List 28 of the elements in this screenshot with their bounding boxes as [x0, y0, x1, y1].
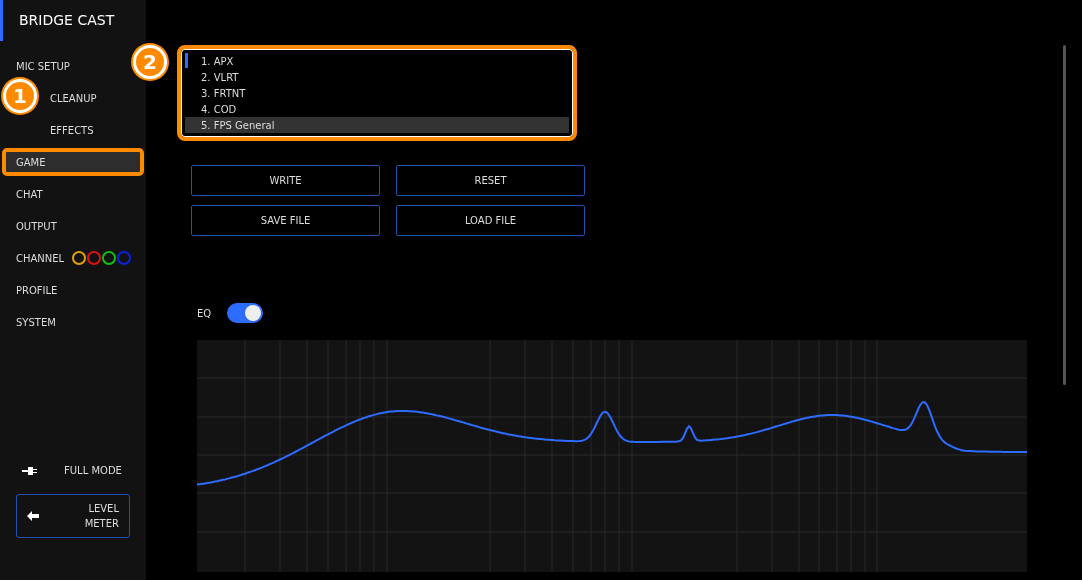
level-meter-button[interactable]: LEVEL METER [16, 494, 130, 538]
nav-item[interactable]: OUTPUT [0, 215, 61, 237]
arrow-left-icon [27, 511, 39, 521]
eq-label: EQ [197, 307, 212, 319]
eq-toggle[interactable] [227, 303, 264, 323]
preset-item[interactable]: 2. VLRT [185, 69, 569, 85]
callout-badge: 2 [133, 45, 167, 79]
callout-badge: 1 [3, 79, 37, 113]
scrollbar[interactable] [1063, 45, 1066, 385]
nav-item[interactable]: PROFILE [0, 279, 62, 301]
action-button[interactable]: LOAD FILE [396, 205, 585, 236]
preset-item[interactable]: 4. COD [185, 101, 569, 117]
nav-item[interactable]: CLEANUP [46, 87, 101, 109]
preset-item[interactable]: 3. FRTNT [185, 85, 569, 101]
nav-item[interactable]: GAME [5, 151, 141, 173]
plug-icon [22, 465, 38, 476]
mode-label: FULL MODE [64, 465, 122, 476]
nav-item[interactable]: SYSTEM [0, 311, 60, 333]
nav-item[interactable]: MIC SETUP [0, 55, 74, 77]
action-button[interactable]: SAVE FILE [191, 205, 380, 236]
app-title: BRIDGE CAST [0, 0, 146, 41]
nav-item[interactable]: CHANNEL [0, 247, 136, 269]
nav-item[interactable]: CHAT [0, 183, 47, 205]
action-button[interactable]: WRITE [191, 165, 380, 196]
preset-item[interactable]: 5. FPS General [185, 117, 569, 133]
preset-item[interactable]: 1. APX [185, 53, 569, 69]
action-button[interactable]: RESET [396, 165, 585, 196]
nav-item[interactable]: EFFECTS [46, 119, 98, 141]
